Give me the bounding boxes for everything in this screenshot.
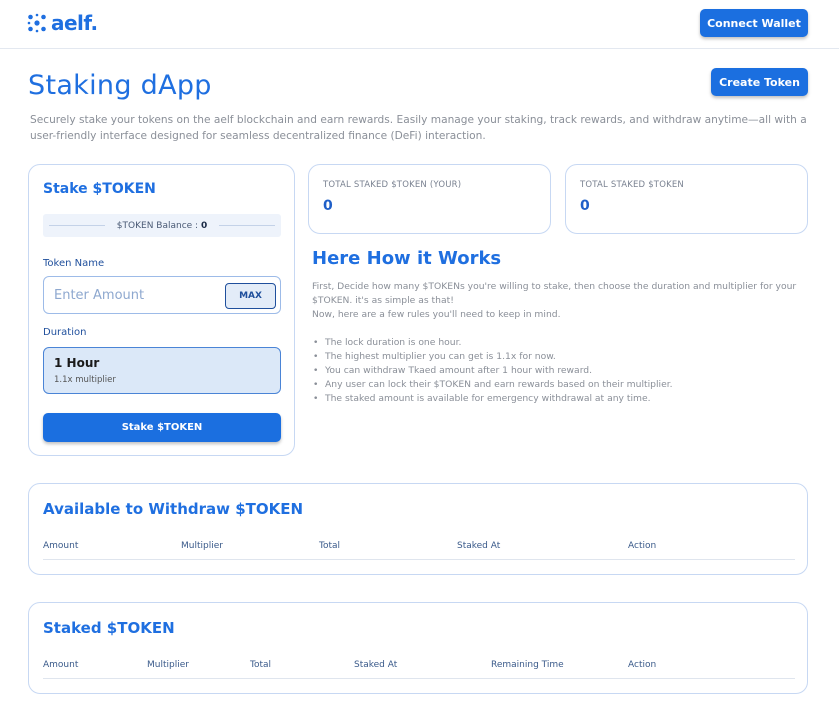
aelf-logo-icon <box>27 13 46 33</box>
column-header-remaining-time: Remaining Time <box>491 660 564 670</box>
stat-label: TOTAL STAKED $TOKEN (YOUR) <box>323 180 462 190</box>
top-header: aelf. Connect Wallet <box>0 0 839 49</box>
token-balance-label: $TOKEN Balance : <box>116 220 199 231</box>
max-button[interactable]: MAX <box>225 283 276 309</box>
column-header-action: Action <box>628 660 657 670</box>
column-header-multiplier: Multiplier <box>147 660 189 670</box>
logo-wordmark: aelf. <box>51 11 98 35</box>
withdraw-table-card: Available to Withdraw $TOKEN Amount Mult… <box>28 483 808 575</box>
stake-card: Stake $TOKEN $TOKEN Balance : 0 Token Na… <box>28 164 295 456</box>
amount-input[interactable] <box>54 285 214 305</box>
rule-item: The highest multiplier you can get is 1.… <box>312 350 673 364</box>
rules-list: The lock duration is one hour. The highe… <box>312 336 673 406</box>
rule-item: You can withdraw Tkaed amount after 1 ho… <box>312 364 673 378</box>
rule-item: The staked amount is available for emerg… <box>312 392 673 406</box>
stat-value: 0 <box>323 198 333 214</box>
column-header-multiplier: Multiplier <box>181 541 223 551</box>
duration-option-title: 1 Hour <box>54 356 100 370</box>
column-header-staked-at: Staked At <box>354 660 398 670</box>
staked-table-card: Staked $TOKEN Amount Multiplier Total St… <box>28 602 808 694</box>
column-header-amount: Amount <box>43 541 79 551</box>
stake-token-button[interactable]: Stake $TOKEN <box>43 413 281 442</box>
how-intro-paragraph: First, Decide how many $TOKENs you're wi… <box>312 281 797 306</box>
stat-card-your-staked: TOTAL STAKED $TOKEN (YOUR) 0 <box>308 164 551 234</box>
balance-divider-left <box>49 225 105 226</box>
table-divider <box>43 559 795 560</box>
column-header-action: Action <box>628 541 657 551</box>
create-token-button[interactable]: Create Token <box>711 68 808 96</box>
column-header-amount: Amount <box>43 660 79 670</box>
duration-option-multiplier: 1.1x multiplier <box>54 375 116 385</box>
rule-item: The lock duration is one hour. <box>312 336 673 350</box>
duration-option-1-hour[interactable]: 1 Hour 1.1x multiplier <box>43 347 281 394</box>
duration-label: Duration <box>43 327 87 338</box>
token-balance: $TOKEN Balance : 0 <box>117 221 207 231</box>
token-name-label: Token Name <box>43 258 105 269</box>
column-header-staked-at: Staked At <box>457 541 501 551</box>
amount-input-wrapper: MAX <box>43 276 281 314</box>
page-description: Securely stake your tokens on the aelf b… <box>30 114 807 142</box>
connect-wallet-button[interactable]: Connect Wallet <box>700 9 808 37</box>
aelf-logo[interactable]: aelf. <box>27 11 98 35</box>
page-title: Staking dApp <box>28 70 212 101</box>
balance-divider-right <box>219 225 276 226</box>
stake-card-title: Stake $TOKEN <box>43 181 156 197</box>
stat-label: TOTAL STAKED $TOKEN <box>580 180 684 190</box>
how-it-works-title: Here How it Works <box>312 248 502 269</box>
column-header-total: Total <box>319 541 341 551</box>
staked-section-title: Staked $TOKEN <box>43 619 175 637</box>
token-balance-value: 0 <box>200 220 208 231</box>
how-intro-rules-lead: Now, here are a few rules you'll need to… <box>312 309 561 320</box>
withdraw-section-title: Available to Withdraw $TOKEN <box>43 500 304 518</box>
stat-value: 0 <box>580 198 590 214</box>
table-divider <box>43 678 795 679</box>
column-header-total: Total <box>250 660 272 670</box>
rule-item: Any user can lock their $TOKEN and earn … <box>312 378 673 392</box>
how-it-works-intro: First, Decide how many $TOKENs you're wi… <box>312 280 802 322</box>
stat-card-total-staked: TOTAL STAKED $TOKEN 0 <box>565 164 808 234</box>
token-balance-box: $TOKEN Balance : 0 <box>43 214 281 237</box>
